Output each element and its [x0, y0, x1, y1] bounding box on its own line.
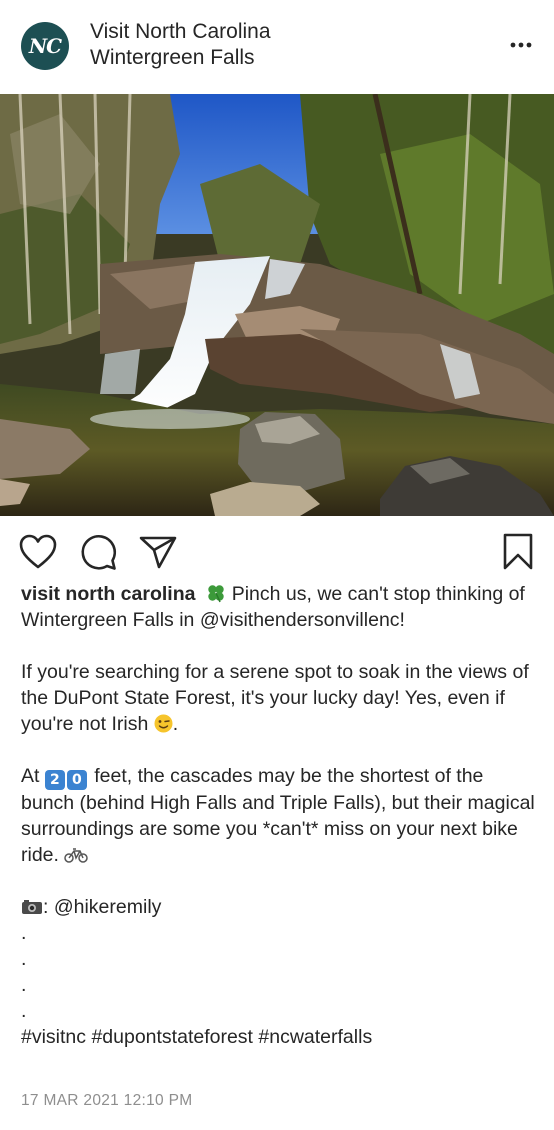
post-photo[interactable]	[0, 94, 554, 516]
like-button[interactable]	[18, 532, 58, 572]
caption-dot-4: .	[21, 1000, 27, 1022]
post-header: NC Visit North Carolina Wintergreen Fall…	[0, 0, 554, 94]
comment-icon	[81, 534, 117, 570]
comment-button[interactable]	[78, 532, 118, 572]
post-caption: visit north carolina Pinch us, we can't …	[21, 581, 536, 1050]
caption-para3-start: At	[21, 765, 45, 787]
caption-dot-3: .	[21, 974, 27, 996]
post-actions-bar	[0, 532, 554, 572]
account-avatar[interactable]: NC	[21, 22, 69, 70]
paper-plane-icon	[139, 536, 177, 569]
bookmark-icon	[503, 533, 533, 570]
share-button[interactable]	[138, 532, 178, 572]
caption-paragraph-3: At 20 feet, the cascades may be the shor…	[21, 763, 536, 868]
caption-credit-text: : @hikeremily	[43, 896, 162, 918]
ellipsis-icon	[510, 42, 532, 48]
caption-dot-1: .	[21, 922, 27, 944]
caption-photo-credit: : @hikeremily	[21, 894, 536, 920]
caption-hashtags[interactable]: #visitnc #dupontstateforest #ncwaterfall…	[21, 1024, 536, 1050]
post-timestamp: 17 MAR 2021 12:10 PM	[21, 1092, 193, 1109]
account-name[interactable]: Visit North Carolina	[90, 20, 271, 44]
save-button[interactable]	[498, 532, 538, 572]
caption-paragraph-2: If you're searching for a serene spot to…	[21, 659, 536, 737]
caption-username[interactable]: visit north carolina	[21, 583, 195, 605]
caption-para2-text: If you're searching for a serene spot to…	[21, 661, 529, 735]
caption-para2-end: .	[172, 713, 179, 735]
winking-face-icon	[154, 714, 173, 733]
more-options-button[interactable]	[506, 32, 536, 58]
caption-intro: visit north carolina Pinch us, we can't …	[21, 581, 536, 633]
caption-para3-text: feet, the cascades may be the shortest o…	[21, 765, 535, 866]
keycap-digit-0: 0	[66, 770, 87, 790]
keycap-digit-2: 2	[44, 770, 65, 790]
camera-icon	[22, 900, 42, 914]
bicycle-icon	[64, 848, 89, 863]
post-location[interactable]: Wintergreen Falls	[90, 46, 255, 70]
four-leaf-clover-icon	[208, 585, 224, 603]
caption-dot-2: .	[21, 948, 27, 970]
avatar-logo-text: NC	[28, 34, 62, 58]
heart-icon	[19, 534, 57, 569]
waterfall-photo	[0, 94, 554, 516]
